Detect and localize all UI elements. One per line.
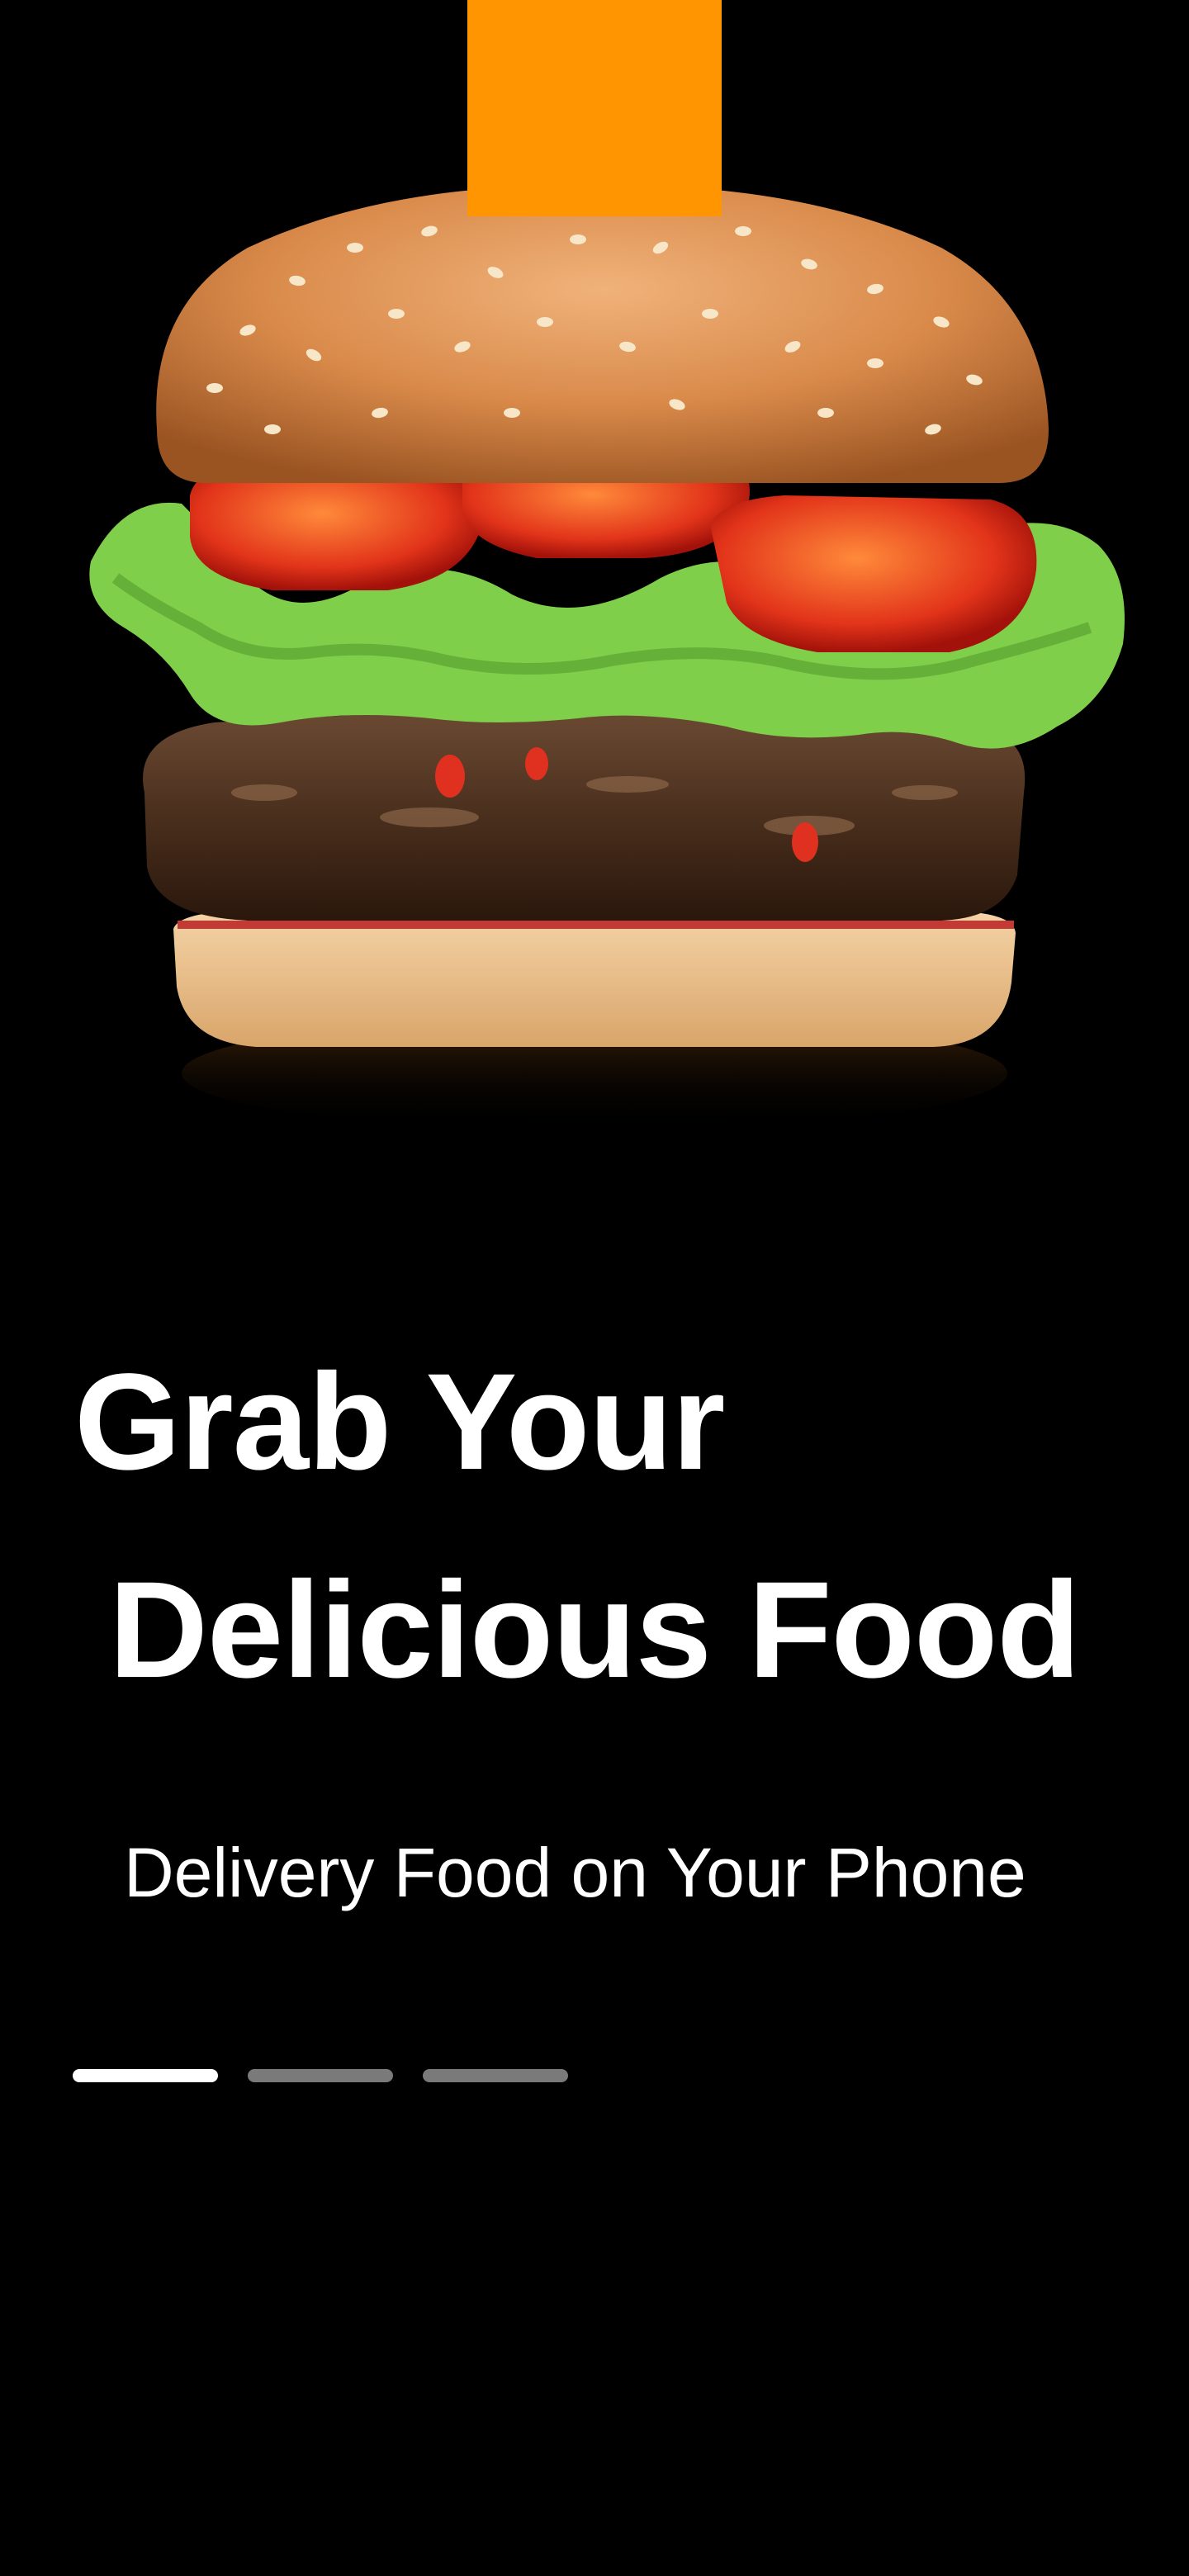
page-indicator-dot-3[interactable] (423, 2069, 568, 2082)
onboarding-subtitle: Delivery Food on Your Phone (124, 1834, 1026, 1911)
page-indicator-dot-2[interactable] (248, 2069, 393, 2082)
page-indicator-dot-1[interactable] (73, 2069, 218, 2082)
accent-tab (467, 0, 722, 216)
page-indicator (73, 2069, 568, 2084)
title-line-2: Delicious Food (109, 1554, 1081, 1707)
title-line-1: Grab Your (74, 1346, 725, 1499)
